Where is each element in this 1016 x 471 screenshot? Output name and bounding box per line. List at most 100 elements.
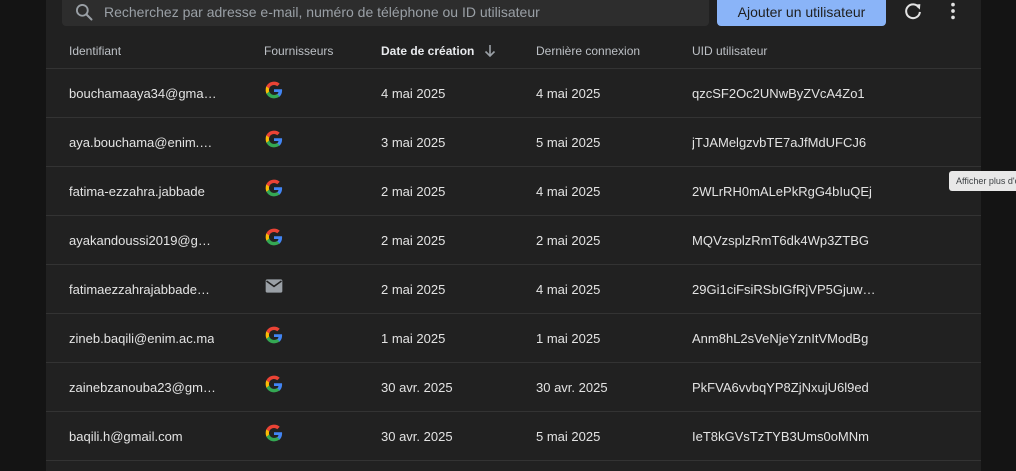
user-uid: jTJAMelgzvbTE7aJfMdUFCJ6 [692,134,867,150]
provider-cell [264,363,364,411]
user-uid: qzcSF2Oc2UNwByZVcA4Zo1 [692,85,865,101]
uid-cell: IeT8kGVsTzTYB3Ums0oMNm [692,412,882,460]
users-toolbar: Ajouter un utilisateur [46,0,981,28]
table-row[interactable]: fatima-ezzahra.jabbade 2 mai 2025 4 mai … [46,167,981,216]
refresh-button[interactable] [899,0,927,25]
table-row[interactable]: bouchamaaya34@gmail.com 4 mai 2025 4 mai… [46,69,981,118]
table-row[interactable]: ayakandoussi2019@gmail.com 2 mai 2025 2 … [46,216,981,265]
last-login-cell: 5 mai 2025 [536,412,676,460]
last-login-date: 4 mai 2025 [536,281,601,297]
table-header: Identifiant Fournisseurs Date de créatio… [46,34,981,69]
google-icon [265,326,283,344]
user-identifier: fatima-ezzahra.jabbade [69,183,205,199]
column-header-created[interactable]: Date de création [381,34,521,68]
uid-cell: 2WLrRH0mALePkRgG4bIuQEj [692,167,882,215]
last-login-date: 4 mai 2025 [536,183,601,199]
table-row[interactable]: fatimaezzahrajabbadenim 2 mai 2025 4 mai… [46,265,981,314]
last-login-date: 5 mai 2025 [536,134,601,150]
user-identifier: zainebzanouba23@gmail.com [69,379,217,395]
column-header-label: Identifiant [69,44,122,58]
last-login-date: 4 mai 2025 [536,85,601,101]
user-uid: 2WLrRH0mALePkRgG4bIuQEj [692,183,872,199]
search-bar[interactable] [62,0,709,26]
last-login-cell: 4 mai 2025 [536,167,676,215]
created-cell: 30 avr. 2025 [381,412,521,460]
identifier-cell: bouchamaaya34@gmail.com [69,69,219,117]
created-date: 2 mai 2025 [381,281,446,297]
user-uid: IeT8kGVsTzTYB3Ums0oMNm [692,428,869,444]
table-row[interactable]: baqili.h@gmail.com 30 avr. 2025 5 mai 20… [46,412,981,461]
google-icon [265,179,283,197]
created-cell: 1 mai 2025 [381,314,521,362]
last-login-date: 30 avr. 2025 [536,379,608,395]
user-identifier: ayakandoussi2019@gmail.com [69,232,217,248]
created-date: 2 mai 2025 [381,183,446,199]
provider-cell [264,314,364,362]
search-input[interactable] [104,4,709,20]
users-panel: Ajouter un utilisateur Identifiant Fourn… [46,0,1016,471]
provider-cell [264,69,364,117]
identifier-cell: aya.bouchama@enim.ac.ma [69,118,219,166]
table-row[interactable]: aya.bouchama@enim.ac.ma 3 mai 2025 5 mai… [46,118,981,167]
users-table: Identifiant Fournisseurs Date de créatio… [46,34,981,461]
google-icon [265,130,283,148]
created-date: 4 mai 2025 [381,85,446,101]
provider-cell [264,167,364,215]
identifier-cell: zainebzanouba23@gmail.com [69,363,219,411]
column-header-label: Dernière connexion [536,44,641,58]
identifier-cell: fatima-ezzahra.jabbade [69,167,219,215]
arrow-down-icon [485,45,496,58]
google-icon [265,81,283,99]
column-header-label: Fournisseurs [264,44,334,58]
created-date: 30 avr. 2025 [381,379,453,395]
created-cell: 2 mai 2025 [381,265,521,313]
last-login-cell: 30 avr. 2025 [536,363,676,411]
more-options-button[interactable] [939,0,967,25]
table-row[interactable]: zainebzanouba23@gmail.com 30 avr. 2025 3… [46,363,981,412]
created-date: 3 mai 2025 [381,134,446,150]
column-header-providers: Fournisseurs [264,34,364,68]
user-identifier: aya.bouchama@enim.ac.ma [69,134,217,150]
user-uid: Anm8hL2sVeNjeYznItVModBg [692,330,869,346]
table-row[interactable]: zineb.baqili@enim.ac.ma 1 mai 2025 1 mai… [46,314,981,363]
last-login-cell: 5 mai 2025 [536,118,676,166]
identifier-cell: ayakandoussi2019@gmail.com [69,216,219,264]
last-login-cell: 1 mai 2025 [536,314,676,362]
add-user-button[interactable]: Ajouter un utilisateur [717,0,886,26]
created-date: 2 mai 2025 [381,232,446,248]
uid-cell: Anm8hL2sVeNjeYznItVModBg [692,314,882,362]
column-header-uid: UID utilisateur [692,34,882,68]
created-cell: 30 avr. 2025 [381,363,521,411]
search-icon [76,4,93,21]
refresh-icon [905,3,921,20]
user-uid: MQVzsplzRmT6dk4Wp3ZTBG [692,232,869,248]
email-icon [265,279,283,293]
column-header-label: UID utilisateur [692,44,768,58]
provider-cell [264,118,364,166]
google-icon [265,424,283,442]
uid-cell: jTJAMelgzvbTE7aJfMdUFCJ6 [692,118,882,166]
column-header-last-login: Dernière connexion [536,34,676,68]
provider-cell [264,265,364,313]
created-cell: 2 mai 2025 [381,216,521,264]
last-login-date: 1 mai 2025 [536,330,601,346]
google-icon [265,228,283,246]
provider-cell [264,216,364,264]
column-header-label: Date de création [381,44,475,58]
user-uid: 29Gi1ciFsiRSbIGfRjVP5GjuwrT2 [692,281,878,297]
last-login-cell: 2 mai 2025 [536,216,676,264]
identifier-cell: baqili.h@gmail.com [69,412,219,460]
user-uid: PkFVA6vvbqYP8ZjNxujU6l9ed [692,379,869,395]
uid-cell: 29Gi1ciFsiRSbIGfRjVP5GjuwrT2 [692,265,882,313]
last-login-cell: 4 mai 2025 [536,265,676,313]
uid-cell: PkFVA6vvbqYP8ZjNxujU6l9ed [692,363,882,411]
user-identifier: fatimaezzahrajabbadenim [69,281,217,297]
last-login-date: 2 mai 2025 [536,232,601,248]
last-login-cell: 4 mai 2025 [536,69,676,117]
user-identifier: zineb.baqili@enim.ac.ma [69,330,215,346]
google-icon [265,375,283,393]
more-options-tooltip: Afficher plus d'options [949,171,1016,191]
more-vert-icon [951,2,955,20]
user-identifier: baqili.h@gmail.com [69,428,183,444]
table-body: bouchamaaya34@gmail.com 4 mai 2025 4 mai… [46,69,981,461]
